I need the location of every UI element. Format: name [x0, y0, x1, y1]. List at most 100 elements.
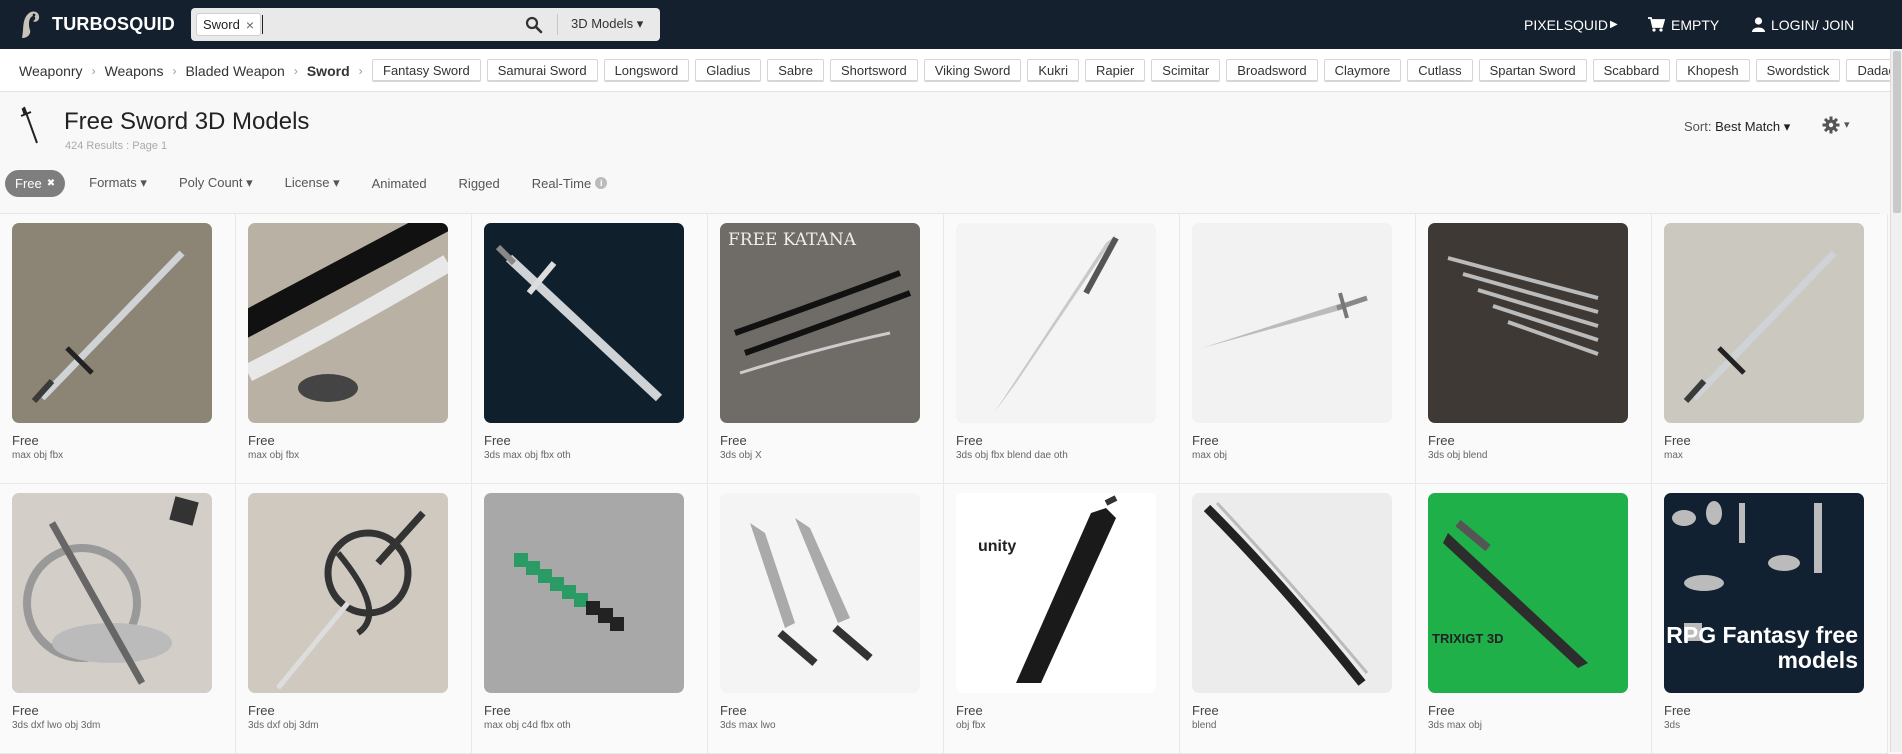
results-count: 424 Results : Page 1 [65, 140, 168, 152]
product-thumbnail[interactable] [956, 223, 1156, 423]
product-price: Free [1428, 703, 1455, 718]
product-thumbnail[interactable] [12, 223, 212, 423]
product-overlay-text: TRIXIGT 3D [1432, 631, 1504, 646]
product-thumbnail[interactable] [248, 223, 448, 423]
product-card[interactable]: unity Free obj fbx [944, 484, 1180, 754]
product-thumbnail[interactable] [720, 493, 920, 693]
product-price: Free [720, 703, 747, 718]
product-thumbnail[interactable] [248, 493, 448, 693]
product-formats: 3ds [1664, 720, 1681, 731]
tag-samurai-sword[interactable]: Samurai Sword [486, 59, 598, 82]
breadcrumb-separator-icon: › [358, 63, 363, 78]
product-thumbnail[interactable] [484, 493, 684, 693]
product-formats: 3ds max obj [1428, 720, 1482, 731]
filter-formats[interactable]: Formats ▾ [89, 175, 147, 191]
active-filter-free[interactable]: Free ✖ [5, 169, 66, 197]
product-thumbnail[interactable] [1192, 493, 1392, 693]
pixelsquid-link[interactable]: PIXELSQUID ▶ [1524, 0, 1618, 49]
sword-thumbnail-image: FREE KATANA [728, 230, 912, 375]
tag-shortsword[interactable]: Shortsword [829, 59, 918, 82]
play-arrow-icon: ▶ [1610, 19, 1618, 30]
tag-spartan-sword[interactable]: Spartan Sword [1478, 59, 1587, 82]
product-card[interactable]: Free 3ds max lwo [708, 484, 944, 754]
product-thumbnail[interactable] [1192, 223, 1392, 423]
search-box[interactable]: Sword × 3D Models ▾ [191, 8, 660, 41]
breadcrumb-weaponry[interactable]: Weaponry [19, 63, 83, 79]
product-price: Free [956, 703, 983, 718]
tag-sabre[interactable]: Sabre [767, 59, 824, 82]
product-card[interactable]: Free max obj [1180, 214, 1416, 484]
product-card[interactable]: Free 3ds dxf lwo obj 3dm [0, 484, 236, 754]
breadcrumb-bladed-weapon[interactable]: Bladed Weapon [185, 63, 284, 79]
product-thumbnail[interactable] [484, 223, 684, 423]
product-thumbnail[interactable] [1664, 223, 1864, 423]
product-thumbnail[interactable]: TRIXIGT 3D [1428, 493, 1628, 693]
squid-logo-icon [22, 11, 40, 38]
tag-claymore[interactable]: Claymore [1323, 59, 1402, 82]
tag-kukri[interactable]: Kukri [1027, 59, 1079, 82]
filter-rigged[interactable]: Rigged [459, 176, 500, 191]
sort-dropdown[interactable]: Sort: Best Match ▾ [1684, 119, 1790, 135]
product-card[interactable]: Free 3ds obj blend [1416, 214, 1652, 484]
tag-longsword[interactable]: Longsword [603, 59, 690, 82]
product-price: Free [484, 703, 511, 718]
product-thumbnail[interactable]: unity [956, 493, 1156, 693]
search-chip[interactable]: Sword × [196, 13, 262, 36]
sword-thumbnail-image [1202, 292, 1368, 348]
tag-rapier[interactable]: Rapier [1084, 59, 1146, 82]
product-card[interactable]: Free 3ds dxf obj 3dm [236, 484, 472, 754]
product-card[interactable]: RPG Fantasy free models Free 3ds [1652, 484, 1888, 754]
product-card[interactable]: Free max obj fbx [0, 214, 236, 484]
active-filter-label: Free [15, 175, 42, 191]
product-formats: max obj fbx [248, 450, 300, 461]
sort-label: Sort: [1684, 119, 1712, 134]
tag-broadsword[interactable]: Broadsword [1226, 59, 1318, 82]
breadcrumb-separator-icon: › [293, 63, 298, 78]
tag-cutlass[interactable]: Cutlass [1407, 59, 1473, 82]
tag-scimitar[interactable]: Scimitar [1151, 59, 1221, 82]
search-icon[interactable] [525, 16, 543, 34]
product-thumbnail[interactable]: RPG Fantasy free models [1664, 493, 1864, 693]
filter-poly-count[interactable]: Poly Count ▾ [179, 175, 253, 191]
filter-real-time[interactable]: Real-Time i [532, 176, 608, 191]
product-card[interactable]: Free blend [1180, 484, 1416, 754]
tag-swordstick[interactable]: Swordstick [1755, 59, 1841, 82]
breadcrumb-weapons[interactable]: Weapons [105, 63, 164, 79]
tag-fantasy-sword[interactable]: Fantasy Sword [372, 59, 481, 82]
sword-thumbnail-image [1683, 250, 1837, 404]
tag-scabbard[interactable]: Scabbard [1592, 59, 1671, 82]
product-card[interactable]: TRIXIGT 3D Free 3ds max obj [1416, 484, 1652, 754]
product-formats: 3ds max lwo [720, 720, 776, 731]
text-caret [262, 15, 263, 34]
turbosquid-logo[interactable]: TURBOSQUID [18, 7, 175, 41]
filter-animated[interactable]: Animated [372, 176, 427, 191]
search-category-dropdown[interactable]: 3D Models ▾ [571, 16, 643, 32]
remove-filter-icon[interactable]: ✖ [47, 178, 55, 189]
page-scrollbar[interactable] [1890, 49, 1902, 752]
view-settings-button[interactable]: ▾ [1822, 116, 1856, 136]
product-card[interactable]: Free 3ds max obj fbx oth [472, 214, 708, 484]
gear-icon [1822, 116, 1840, 134]
sword-thumbnail-image: TRIXIGT 3D [1432, 519, 1588, 668]
product-price: Free [484, 433, 511, 448]
product-card[interactable]: Free max obj c4d fbx oth [472, 484, 708, 754]
product-price: Free [1664, 433, 1691, 448]
login-link[interactable]: LOGIN/ JOIN [1752, 0, 1854, 49]
product-card[interactable]: FREE KATANA Free 3ds obj X [708, 214, 944, 484]
product-thumbnail[interactable] [12, 493, 212, 693]
product-card[interactable]: Free max obj fbx [236, 214, 472, 484]
tag-gladius[interactable]: Gladius [695, 59, 762, 82]
cart-link[interactable]: EMPTY [1648, 0, 1719, 49]
product-thumbnail[interactable] [1428, 223, 1628, 423]
info-icon[interactable]: i [595, 177, 608, 189]
tag-khopesh[interactable]: Khopesh [1676, 59, 1750, 82]
product-card[interactable]: Free max [1652, 214, 1888, 484]
user-icon [1752, 17, 1765, 32]
search-chip-close-icon[interactable]: × [246, 17, 254, 33]
product-thumbnail[interactable]: FREE KATANA [720, 223, 920, 423]
filter-license[interactable]: License ▾ [285, 175, 340, 191]
product-formats: 3ds dxf lwo obj 3dm [12, 720, 101, 731]
product-card[interactable]: Free 3ds obj fbx blend dae oth [944, 214, 1180, 484]
scrollbar-thumb[interactable] [1893, 51, 1901, 213]
tag-viking-sword[interactable]: Viking Sword [923, 59, 1022, 82]
